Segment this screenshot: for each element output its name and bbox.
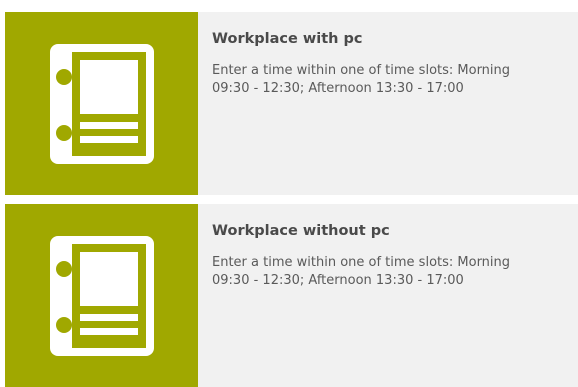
workplace-icon: [49, 235, 154, 356]
card-title: Workplace without pc: [212, 223, 390, 239]
workplace-icon: [49, 43, 154, 164]
workplace-card-with-pc[interactable]: Workplace with pc Enter a time within on…: [5, 12, 578, 195]
card-thumbnail: [5, 204, 198, 387]
card-title: Workplace with pc: [212, 31, 363, 47]
card-thumbnail: [5, 12, 198, 195]
workplace-list: Workplace with pc Enter a time within on…: [0, 0, 578, 387]
card-description: Enter a time within one of time slots: M…: [212, 255, 511, 288]
workplace-card-without-pc[interactable]: Workplace without pc Enter a time within…: [5, 204, 578, 387]
card-description: Enter a time within one of time slots: M…: [212, 63, 511, 96]
